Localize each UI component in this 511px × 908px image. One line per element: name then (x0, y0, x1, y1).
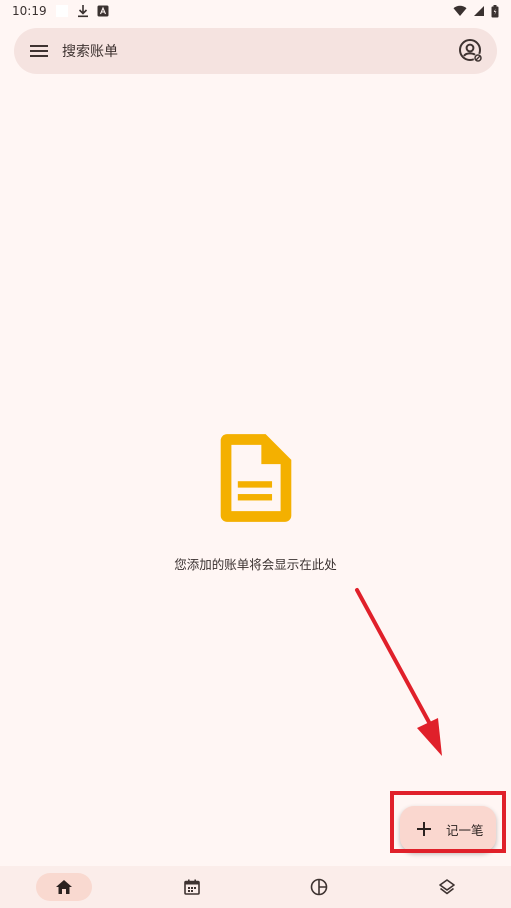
layers-icon (439, 879, 455, 895)
wifi-icon (453, 5, 467, 17)
battery-icon (491, 4, 499, 18)
nav-layers[interactable] (419, 873, 475, 901)
search-bar[interactable]: 搜索账单 (14, 28, 497, 74)
empty-message: 您添加的账单将会显示在此处 (174, 557, 337, 572)
pie-chart-icon (311, 878, 328, 896)
status-right (453, 4, 499, 18)
status-left: 10:19 (12, 4, 109, 18)
account-circle-icon[interactable] (457, 37, 485, 65)
status-time: 10:19 (12, 4, 47, 18)
app-a-icon (97, 5, 109, 17)
status-bar: 10:19 (0, 0, 511, 22)
signal-icon (473, 5, 485, 17)
empty-state: 您添加的账单将会显示在此处 (0, 432, 511, 573)
search-input[interactable]: 搜索账单 (62, 41, 457, 61)
app-screen: 10:19 搜索账单 您添加的账单将会显示在此处 记一笔 (0, 0, 511, 908)
annotation-highlight-box (390, 791, 506, 853)
nav-home[interactable] (35, 873, 92, 901)
home-icon (55, 880, 72, 894)
nav-calendar[interactable] (164, 873, 220, 901)
menu-icon[interactable] (28, 40, 50, 62)
document-icon (220, 434, 291, 522)
download-icon (77, 4, 89, 18)
bottom-nav (0, 866, 511, 908)
white-square-icon (55, 4, 69, 18)
nav-chart[interactable] (291, 873, 347, 901)
calendar-icon (183, 879, 200, 895)
